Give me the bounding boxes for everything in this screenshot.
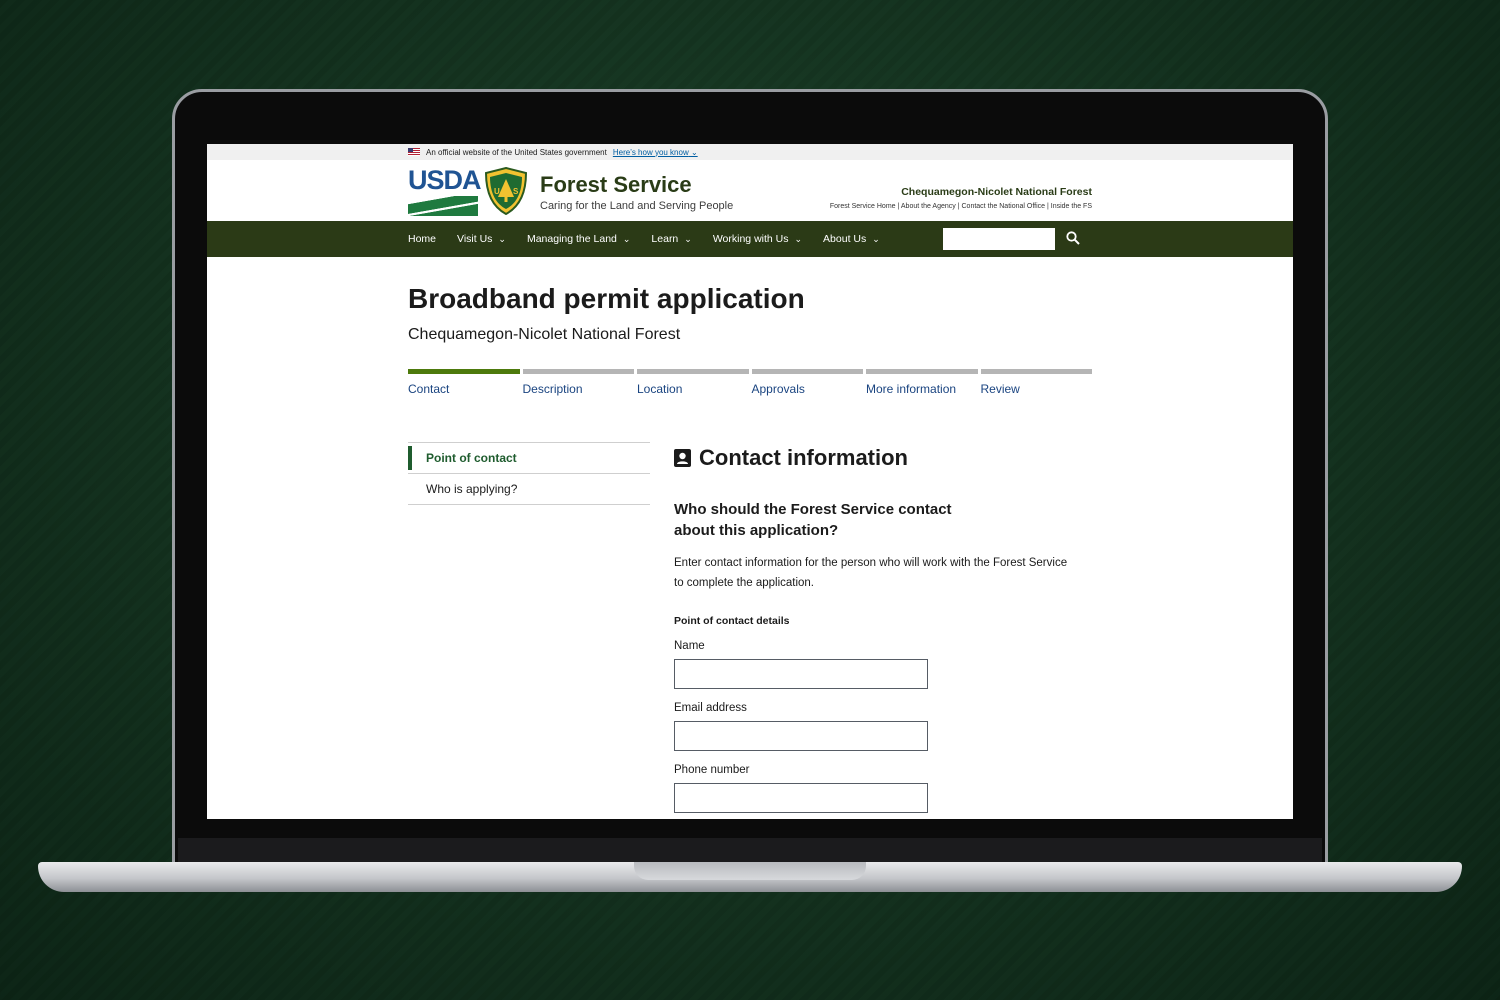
main-content: Broadband permit application Chequamegon… — [207, 257, 1293, 817]
chevron-down-icon: ⌄ — [622, 233, 631, 244]
main-nav: Home Visit Us ⌄ Managing the Land ⌄ Learn ⌄… — [207, 221, 1293, 257]
step-bar — [522, 369, 634, 374]
step-more-information[interactable]: More information — [866, 369, 978, 396]
fieldset-legend: Point of contact details — [674, 615, 790, 627]
contact-card-icon — [674, 449, 691, 467]
step-indicator: Contact Description Location Approvals M… — [408, 369, 1092, 396]
nav-learn[interactable]: Learn ⌄ — [651, 233, 691, 245]
nav-managing-the-land[interactable]: Managing the Land ⌄ — [527, 233, 630, 245]
laptop-notch — [634, 862, 866, 880]
usda-logo[interactable]: USDA — [408, 166, 482, 216]
chevron-down-icon: ⌄ — [498, 233, 506, 244]
svg-text:S: S — [513, 187, 519, 196]
page-title: Broadband permit application — [408, 283, 805, 314]
step-description[interactable]: Description — [522, 369, 634, 396]
usda-swoosh-icon — [408, 196, 478, 216]
step-bar — [751, 369, 863, 374]
name-field[interactable] — [674, 659, 928, 689]
forest-name[interactable]: Chequamegon-Nicolet National Forest — [901, 186, 1092, 198]
site-tagline: Caring for the Land and Serving People — [540, 200, 734, 212]
svg-text:U: U — [494, 187, 500, 196]
step-review[interactable]: Review — [980, 369, 1092, 396]
step-bar — [866, 369, 978, 374]
search-icon[interactable] — [1066, 231, 1080, 245]
contact-form: Contact information Who should the Fores… — [674, 442, 1094, 813]
step-bar — [408, 369, 520, 374]
step-location[interactable]: Location — [637, 369, 749, 396]
utility-links: Forest Service Home | About the Agency |… — [829, 203, 1092, 210]
util-link-about-agency[interactable]: About the Agency — [901, 203, 956, 210]
heres-how-you-know-link[interactable]: Here’s how you know ⌄ — [613, 148, 698, 157]
chevron-down-icon: ⌄ — [794, 233, 803, 244]
laptop-hinge — [178, 838, 1322, 864]
email-label: Email address — [674, 702, 747, 714]
chevron-down-icon: ⌄ — [872, 233, 880, 244]
form-help-text: Enter contact information for the person… — [674, 557, 1068, 589]
site-header: USDA U S Forest Service Caring for the L… — [207, 160, 1293, 221]
nav-working-with-us[interactable]: Working with Us ⌄ — [713, 233, 802, 245]
nav-home[interactable]: Home — [408, 233, 436, 245]
nav-about-us[interactable]: About Us ⌄ — [823, 233, 880, 245]
step-contact[interactable]: Contact — [408, 369, 520, 396]
step-bar — [980, 369, 1092, 374]
site-search-input[interactable] — [943, 228, 1055, 250]
util-link-inside-fs[interactable]: Inside the FS — [1051, 203, 1092, 210]
sidenav-who-is-applying[interactable]: Who is applying? — [408, 474, 650, 505]
gov-banner: An official website of the United States… — [207, 144, 1293, 160]
util-link-fs-home[interactable]: Forest Service Home — [830, 203, 896, 210]
side-navigation: Point of contact Who is applying? — [408, 442, 650, 505]
chevron-down-icon: ⌄ — [684, 233, 692, 244]
name-label: Name — [674, 640, 705, 652]
sidenav-point-of-contact[interactable]: Point of contact — [408, 443, 650, 474]
step-approvals[interactable]: Approvals — [751, 369, 863, 396]
page-subtitle: Chequamegon-Nicolet National Forest — [408, 326, 681, 343]
util-link-contact-national-office[interactable]: Contact the National Office — [962, 203, 1046, 210]
site-title[interactable]: Forest Service — [540, 172, 692, 198]
phone-label: Phone number — [674, 764, 750, 776]
section-heading: Contact information — [674, 442, 1094, 474]
chevron-down-icon: ⌄ — [690, 147, 698, 157]
phone-field[interactable] — [674, 783, 928, 813]
form-question: Who should the Forest Service contact ab… — [674, 501, 952, 539]
us-flag-icon — [408, 148, 420, 156]
step-bar — [637, 369, 749, 374]
nav-visit-us[interactable]: Visit Us ⌄ — [457, 233, 506, 245]
gov-banner-text: An official website of the United States… — [426, 147, 607, 157]
browser-screen: An official website of the United States… — [207, 144, 1293, 819]
forest-service-shield-icon[interactable]: U S — [484, 167, 528, 215]
email-field[interactable] — [674, 721, 928, 751]
